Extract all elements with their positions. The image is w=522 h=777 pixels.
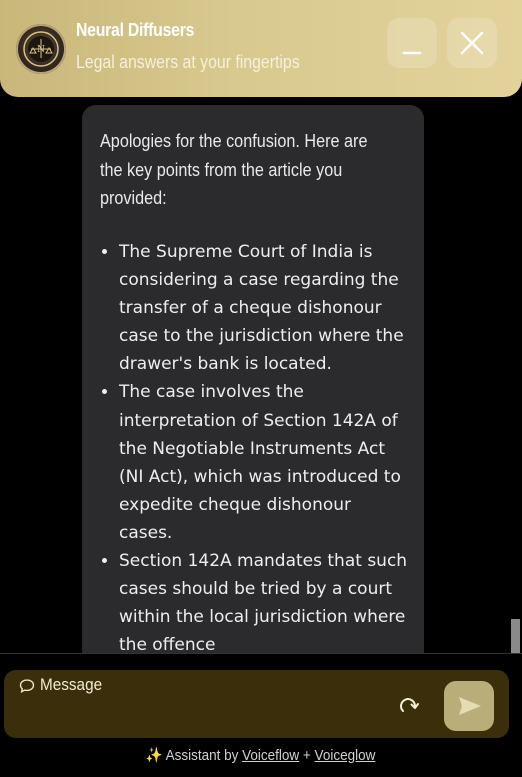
scrollbar-thumb[interactable]: [511, 619, 520, 655]
list-item: The case involves the interpretation of …: [119, 378, 409, 547]
chat-subtitle: Legal answers at your fingertips: [76, 52, 300, 72]
assistant-credit: ✨ Assistant by Voiceflow + Voiceglow: [0, 746, 522, 764]
send-button[interactable]: [444, 681, 494, 731]
sparkle-icon: ✨: [146, 747, 164, 764]
message-input[interactable]: Message: [4, 670, 509, 738]
credit-plus: +: [303, 747, 312, 764]
send-icon: [459, 697, 481, 715]
chat-title: Neural Diffusers: [76, 20, 195, 40]
message-bullet-list: The Supreme Court of India is considerin…: [82, 238, 409, 659]
list-item: Section 142A mandates that such cases sh…: [119, 547, 409, 659]
assistant-message-bubble: Apologies for the confusion. Here are th…: [82, 105, 424, 665]
message-icon: [19, 679, 35, 694]
chat-footer: Message ✨ Assistant by Voiceflow + Voice…: [0, 653, 522, 777]
close-button[interactable]: [447, 18, 497, 68]
close-icon: [460, 31, 484, 55]
chat-header: N Neural Diffusers Legal answers at your…: [0, 0, 522, 97]
message-placeholder: Message: [40, 675, 103, 694]
credit-prefix: Assistant by: [166, 747, 239, 764]
message-intro: Apologies for the confusion. Here are th…: [100, 131, 368, 208]
minimize-icon: [402, 51, 422, 55]
voiceflow-link[interactable]: Voiceflow: [243, 747, 300, 764]
avatar-initials: N: [37, 45, 45, 55]
minimize-button[interactable]: [387, 18, 437, 68]
list-item: The Supreme Court of India is considerin…: [119, 238, 409, 378]
logo-avatar-icon: N: [16, 24, 66, 74]
refresh-icon[interactable]: [397, 694, 421, 718]
voiceglow-link[interactable]: Voiceglow: [315, 747, 376, 764]
